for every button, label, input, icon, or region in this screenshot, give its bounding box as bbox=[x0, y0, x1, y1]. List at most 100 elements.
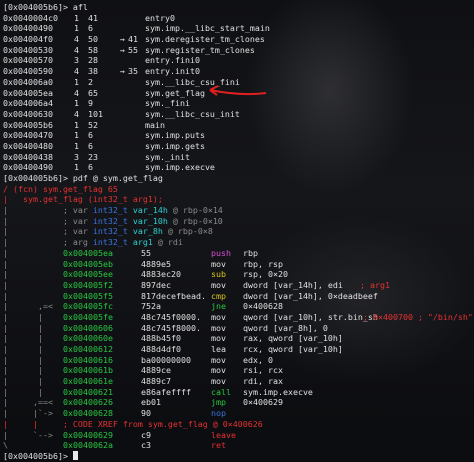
function-signature-text: | sym.get_flag (int32_t arg1); bbox=[3, 194, 163, 205]
function-list-row: 0x00400438 3 23 sym._init bbox=[3, 152, 472, 163]
flow-gutter: | | bbox=[3, 311, 63, 322]
function-bb-count: 1 bbox=[74, 162, 79, 173]
instruction-mnemonic: mov bbox=[211, 279, 226, 290]
disassembly-row: | 0x004005ee 4883ec20 sub rsp, 0×20 bbox=[3, 269, 472, 280]
instruction-bytes: c3 bbox=[141, 440, 151, 451]
prompt-text: [0x004005b6]> pdf @ sym.get_flag bbox=[3, 173, 163, 183]
instruction-address: 0x004005ee bbox=[63, 269, 113, 280]
prompt-text: [0x004005b6]> afl bbox=[3, 2, 88, 12]
instruction-address: 0x00400626 bbox=[63, 397, 113, 408]
function-bb-count: 1 bbox=[74, 12, 79, 23]
function-list-row: 0x00400530 4 58 → 55 sym.register_tm_clones bbox=[3, 45, 472, 56]
instruction-bytes: 4889c7 bbox=[141, 376, 171, 387]
function-address: 0x004005ea bbox=[3, 87, 53, 98]
function-header-text: / (fcn) sym.get_flag 65 bbox=[3, 183, 118, 194]
function-list-row: 0x00400570 3 28 entry.fini0 bbox=[3, 55, 472, 66]
instruction-address: 0x004005fe bbox=[63, 311, 113, 322]
function-xref-arrow: → bbox=[120, 66, 125, 77]
local-variable-row: | ; arg int32_t arg1 @ rdi bbox=[3, 237, 472, 248]
disassembly-row: | | 0x00400621 e86afeffff call sym.imp.exec… bbox=[3, 387, 472, 398]
var-name: var_8h bbox=[132, 226, 163, 237]
instruction-operands: rax, qword [var_10h] bbox=[243, 333, 343, 344]
disassembly-row: | | 0x00400606 48c745f8000. mov qword [var_… bbox=[3, 323, 472, 334]
instruction-operands: rcx, qword [var_10h] bbox=[243, 344, 343, 354]
input-prompt-line: [0x004005b6]> bbox=[3, 450, 472, 462]
instruction-operands: edx, 0 bbox=[243, 354, 273, 365]
instruction-bytes: 48c745f0000. bbox=[141, 311, 201, 322]
prompt-text: [0x004005b6]> bbox=[3, 450, 73, 461]
function-list-row: 0x0040004c0 1 41 entry0 bbox=[3, 13, 472, 24]
disassembly-row: | | 0x0040061e 4889c7 mov rdi, rax bbox=[3, 376, 472, 387]
instruction-mnemonic: jmp bbox=[211, 397, 226, 408]
flow-gutter: | bbox=[3, 247, 63, 258]
instruction-bytes: ba00000000 bbox=[141, 354, 191, 365]
function-name: entry.fini0 bbox=[145, 55, 200, 66]
function-list-row: 0x00400490 1 6 sym.imp.execve bbox=[3, 162, 472, 173]
function-list-row: 0x00400630 4 101 sym.__libc_csu_init bbox=[3, 109, 472, 120]
flow-gutter: \ bbox=[3, 440, 63, 451]
var-location: @ rbp-0×8 bbox=[162, 226, 213, 237]
instruction-mnemonic: cmp bbox=[211, 290, 226, 301]
disassembly-row: | | 0x00400612 488d4df0 lea rcx, qword [var… bbox=[3, 344, 472, 355]
function-bb-count: 3 bbox=[74, 151, 79, 162]
flow-gutter: | | bbox=[3, 344, 63, 354]
function-address: 0x00400530 bbox=[3, 44, 53, 55]
flow-gutter: | | bbox=[3, 386, 63, 397]
function-bb-count: 1 bbox=[74, 23, 79, 34]
disassembly-row: | | 0x00400616 ba00000000 mov edx, 0 bbox=[3, 355, 472, 366]
instruction-mnemonic: sub bbox=[211, 269, 226, 280]
function-name: sym.imp.puts bbox=[145, 130, 205, 141]
function-size: 52 bbox=[88, 119, 98, 130]
function-ref-size: 41 bbox=[128, 34, 138, 45]
instruction-operands: sym.imp.execve bbox=[243, 386, 313, 397]
function-bb-count: 4 bbox=[74, 66, 79, 77]
instruction-mnemonic: lea bbox=[211, 344, 226, 354]
instruction-bytes: c9 bbox=[141, 429, 151, 440]
function-name: sym.__libc_csu_init bbox=[145, 108, 240, 119]
function-name: entry0 bbox=[145, 12, 175, 23]
instruction-operands: rbp, rsp bbox=[243, 258, 283, 269]
instruction-mnemonic: mov bbox=[211, 376, 226, 387]
instruction-bytes: eb01 bbox=[141, 397, 161, 408]
function-address: 0x004004f0 bbox=[3, 34, 53, 45]
instruction-address: 0x00400612 bbox=[63, 344, 113, 354]
instruction-comment: ; 0×400700 ; "/bin/sh" bbox=[363, 311, 473, 322]
instruction-operands: dword [var_14h], edi bbox=[243, 279, 343, 290]
function-address: 0x00400470 bbox=[3, 130, 53, 141]
instruction-bytes: 752a bbox=[141, 301, 161, 312]
flow-gutter: | bbox=[3, 279, 63, 290]
function-size: 9 bbox=[88, 98, 93, 109]
function-list-row: 0x00400480 1 6 sym.imp.gets bbox=[3, 141, 472, 152]
flow-gutter: | ,==< bbox=[3, 397, 63, 408]
function-name: main bbox=[145, 119, 165, 130]
instruction-address: 0x00400616 bbox=[63, 354, 113, 365]
function-address: 0x00400490 bbox=[3, 162, 53, 173]
flow-gutter: | | bbox=[3, 354, 63, 365]
terminal-output[interactable]: [0x004005b6]> afl 0x0040004c0 1 41 entry0 0x0… bbox=[3, 2, 473, 461]
var-location: @ rbp-0×14 bbox=[167, 205, 223, 216]
instruction-bytes: 90 bbox=[141, 408, 151, 419]
disassembly-row: \ 0x0040062a c3 ret bbox=[3, 440, 472, 451]
instruction-mnemonic: ret bbox=[211, 440, 226, 451]
var-prefix: | ; var bbox=[3, 226, 93, 237]
instruction-bytes: 55 bbox=[141, 247, 151, 258]
instruction-address: 0x0040062a bbox=[63, 440, 113, 451]
function-size: 6 bbox=[88, 162, 93, 173]
xref-text: | | ; CODE XREF from sym.get_flag @ 0×40… bbox=[3, 418, 263, 429]
var-type: int32_t bbox=[92, 226, 128, 237]
function-list-row: 0x00400590 4 38 → 35 entry.init0 bbox=[3, 66, 472, 77]
disassembly-row: | 0x004005ea 55 push rbp bbox=[3, 248, 472, 259]
instruction-address: 0x004005ea bbox=[63, 247, 113, 258]
instruction-address: 0x0040061b bbox=[63, 365, 113, 376]
function-bb-count: 1 bbox=[74, 98, 79, 109]
disassembly-row: | `--> 0x00400629 c9 leave bbox=[3, 430, 472, 441]
instruction-bytes: 48c745f8000. bbox=[141, 322, 201, 333]
flow-gutter: | ,=< bbox=[3, 301, 63, 312]
function-address: 0x00400490 bbox=[3, 23, 53, 34]
function-size: 101 bbox=[88, 108, 103, 119]
function-size: 2 bbox=[88, 76, 93, 87]
instruction-bytes: 488b45f0 bbox=[141, 333, 181, 344]
function-bb-count: 1 bbox=[74, 140, 79, 151]
function-address: 0x00400590 bbox=[3, 66, 53, 77]
function-list-row: 0x004004f0 4 50 → 41 sym.deregister_tm_clones bbox=[3, 34, 472, 45]
